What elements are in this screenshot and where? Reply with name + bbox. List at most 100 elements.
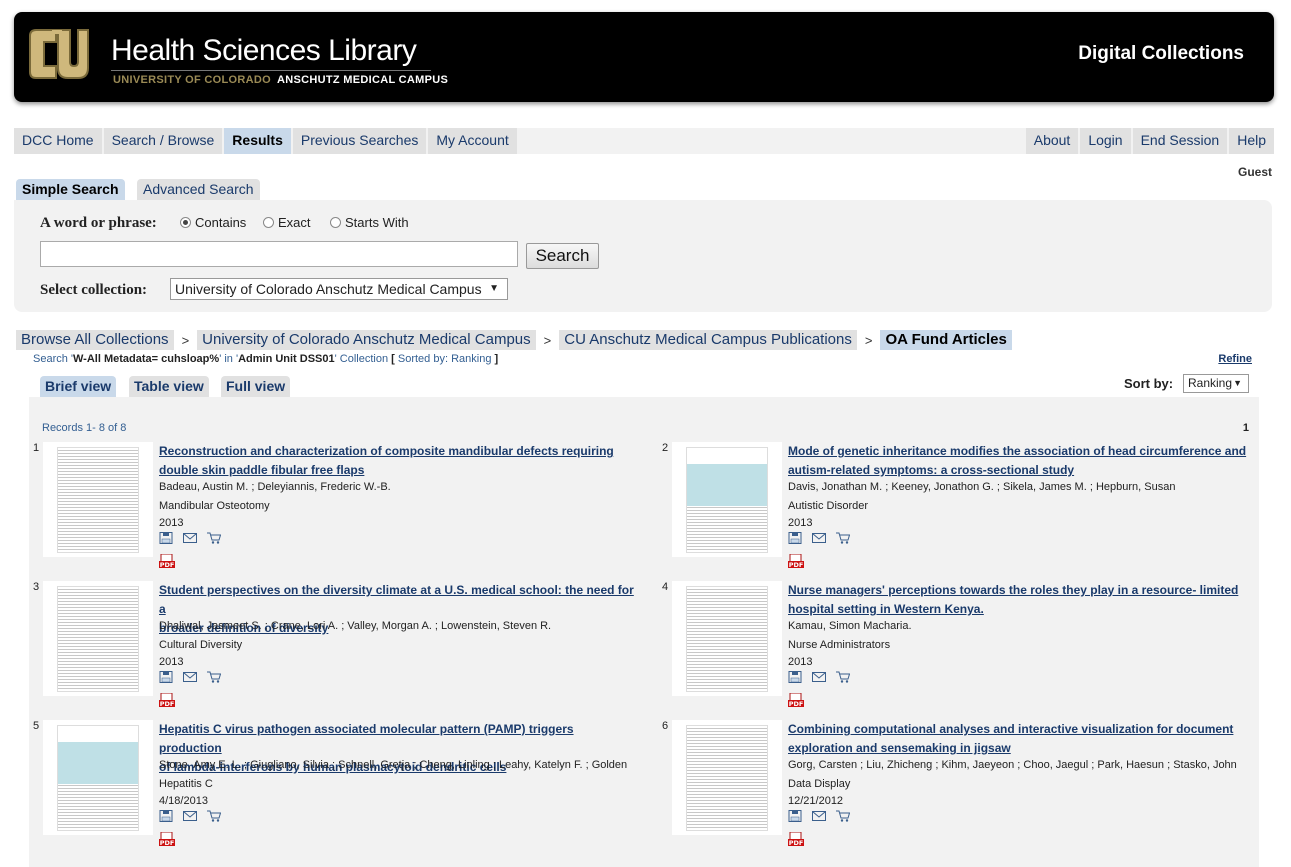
result-thumbnail[interactable] <box>672 720 782 835</box>
email-icon[interactable] <box>812 532 826 544</box>
result-date: 12/21/2012 <box>788 795 844 807</box>
sort-select[interactable]: Ranking ▼ <box>1183 374 1249 393</box>
page-number[interactable]: 1 <box>1243 422 1249 434</box>
tab-simple-search[interactable]: Simple Search <box>16 179 125 201</box>
result-subject: Data Display <box>788 778 851 790</box>
nav-end-session[interactable]: End Session <box>1132 128 1228 154</box>
pdf-icon[interactable]: PDF <box>788 832 804 846</box>
library-title: Health Sciences Library <box>111 34 417 67</box>
radio-starts-with[interactable] <box>330 217 341 228</box>
cart-icon[interactable] <box>836 810 850 822</box>
thumbnail-page <box>686 586 768 692</box>
result-date: 4/18/2013 <box>159 795 208 807</box>
thumbnail-page <box>57 447 139 553</box>
result-thumbnail[interactable] <box>43 720 153 835</box>
nav-results[interactable]: Results <box>224 128 291 154</box>
result-title[interactable]: Combining computational analyses and int… <box>788 720 1268 758</box>
nav-left-group: DCC Home Search / Browse Results Previou… <box>14 128 519 154</box>
nav-my-account[interactable]: My Account <box>428 128 517 154</box>
save-icon[interactable] <box>159 671 173 683</box>
radio-starts-with-label: Starts With <box>345 215 409 230</box>
svg-text:PDF: PDF <box>789 700 804 707</box>
save-icon[interactable] <box>788 810 802 822</box>
collection-select-value: University of Colorado Anschutz Medical … <box>175 281 482 297</box>
nav-right-group: About Login End Session Help <box>1024 128 1274 154</box>
result-actions <box>788 671 860 683</box>
collection-select[interactable]: University of Colorado Anschutz Medical … <box>170 278 508 300</box>
result-title[interactable]: Mode of genetic inheritance modifies the… <box>788 442 1268 480</box>
pdf-icon[interactable]: PDF <box>159 693 175 707</box>
nav-login[interactable]: Login <box>1080 128 1131 154</box>
nav-search-browse[interactable]: Search / Browse <box>103 128 223 154</box>
breadcrumb-oa-fund[interactable]: OA Fund Articles <box>880 330 1012 350</box>
result-authors: Badeau, Austin M. ; Deleyiannis, Frederi… <box>159 481 391 493</box>
tab-brief-view[interactable]: Brief view <box>40 376 117 398</box>
tab-advanced-search[interactable]: Advanced Search <box>137 179 260 201</box>
pdf-icon[interactable]: PDF <box>788 693 804 707</box>
phrase-label: A word or phrase: <box>40 215 157 231</box>
option-exact[interactable]: Exact <box>263 215 311 230</box>
result-subject: Nurse Administrators <box>788 639 891 651</box>
radio-contains-label: Contains <box>195 215 247 230</box>
pdf-icon[interactable]: PDF <box>159 554 175 568</box>
search-input[interactable] <box>40 241 518 267</box>
result-date: 2013 <box>788 656 813 668</box>
tab-full-view[interactable]: Full view <box>221 376 291 398</box>
cu-logo-icon[interactable] <box>26 24 90 84</box>
email-icon[interactable] <box>183 532 197 544</box>
cart-icon[interactable] <box>207 532 221 544</box>
option-starts-with[interactable]: Starts With <box>330 215 409 230</box>
radio-exact[interactable] <box>263 217 274 228</box>
result-title[interactable]: Reconstruction and characterization of c… <box>159 442 639 480</box>
search-summary: Search 'W-All Metadata= cuhsloap%' in 'A… <box>33 353 499 365</box>
cart-icon[interactable] <box>836 532 850 544</box>
result-subject: Autistic Disorder <box>788 500 869 512</box>
cart-icon[interactable] <box>207 671 221 683</box>
pdf-icon[interactable]: PDF <box>159 832 175 846</box>
nav-help[interactable]: Help <box>1229 128 1274 154</box>
email-icon[interactable] <box>183 810 197 822</box>
thumbnail-page <box>57 586 139 692</box>
cart-icon[interactable] <box>836 671 850 683</box>
result-actions <box>788 532 860 544</box>
save-icon[interactable] <box>788 671 802 683</box>
result-number: 4 <box>662 581 669 593</box>
svg-text:PDF: PDF <box>789 561 804 568</box>
breadcrumb-browse-all[interactable]: Browse All Collections <box>16 330 174 350</box>
search-button[interactable]: Search <box>526 243 599 269</box>
sort-label: Sort by: <box>1124 376 1174 391</box>
cart-icon[interactable] <box>207 810 221 822</box>
email-icon[interactable] <box>812 671 826 683</box>
nav-dcc-home[interactable]: DCC Home <box>14 128 102 154</box>
main-nav: DCC Home Search / Browse Results Previou… <box>14 128 1274 154</box>
save-icon[interactable] <box>159 532 173 544</box>
result-authors: Dhaliwal, Jasmeet S. ; Crane, Lori A. ; … <box>159 620 552 632</box>
result-title[interactable]: Nurse managers' perceptions towards the … <box>788 581 1268 619</box>
result-thumbnail[interactable] <box>43 442 153 557</box>
nav-previous-searches[interactable]: Previous Searches <box>292 128 427 154</box>
result-subject: Mandibular Osteotomy <box>159 500 270 512</box>
breadcrumb: Browse All Collections > University of C… <box>16 330 1012 350</box>
tab-table-view[interactable]: Table view <box>129 376 209 398</box>
option-contains[interactable]: Contains <box>180 215 246 230</box>
result-thumbnail[interactable] <box>672 442 782 557</box>
thumbnail-page <box>686 447 768 553</box>
save-icon[interactable] <box>788 532 802 544</box>
pdf-icon[interactable]: PDF <box>788 554 804 568</box>
breadcrumb-publications[interactable]: CU Anschutz Medical Campus Publications <box>559 330 857 350</box>
result-thumbnail[interactable] <box>43 581 153 696</box>
email-icon[interactable] <box>183 671 197 683</box>
result-subject: Hepatitis C <box>159 778 213 790</box>
email-icon[interactable] <box>812 810 826 822</box>
result-thumbnail[interactable] <box>672 581 782 696</box>
breadcrumb-university[interactable]: University of Colorado Anschutz Medical … <box>197 330 536 350</box>
radio-contains[interactable] <box>180 217 191 228</box>
refine-link[interactable]: Refine <box>1218 353 1252 365</box>
thumbnail-page <box>686 725 768 831</box>
campus-name: ANSCHUTZ MEDICAL CAMPUS <box>277 74 449 86</box>
nav-about[interactable]: About <box>1025 128 1079 154</box>
result-number: 3 <box>33 581 40 593</box>
result-authors: Stone, Amy E. L. ; Giugliano, Silvia ; S… <box>159 759 628 771</box>
result-item: 1 Reconstruction and characterization of… <box>33 442 633 577</box>
save-icon[interactable] <box>159 810 173 822</box>
